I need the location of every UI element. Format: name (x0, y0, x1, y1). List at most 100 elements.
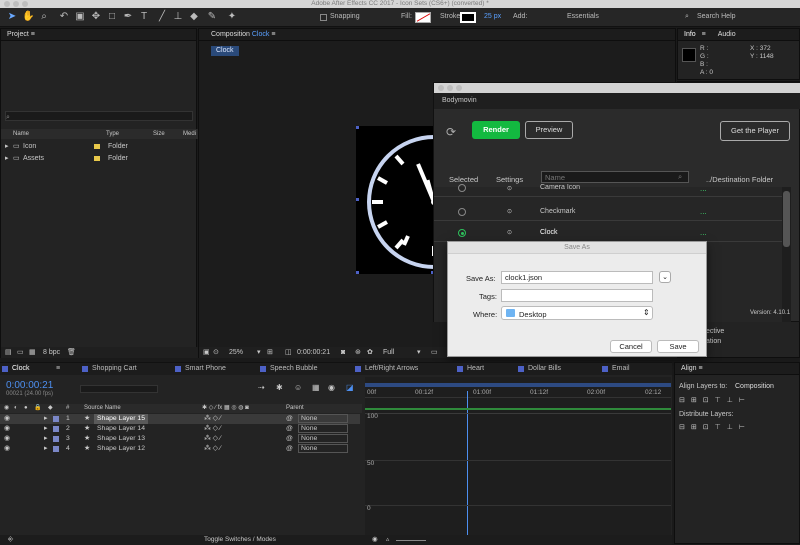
layer-row[interactable]: ◉ ▸ 1 ★ Shape Layer 15 ⁂ ◇ ∕ @ None (0, 414, 360, 424)
label-color-swatch[interactable] (53, 416, 59, 422)
layer-row[interactable]: ◉ ▸ 4 ★ Shape Layer 12 ⁂ ◇ ∕ @ None (0, 444, 360, 454)
graph-editor[interactable]: 00f 00:12f 01:00f 01:12f 02:00f 02:12 10… (365, 377, 671, 537)
layer-switches[interactable]: ⁂ ◇ ∕ (204, 424, 221, 434)
snapping-checkbox[interactable] (320, 14, 327, 21)
column-source-name[interactable]: Source Name (84, 404, 121, 413)
draft-3d-icon[interactable]: ✱ (276, 383, 283, 392)
panel-menu-icon[interactable]: ≡ (699, 365, 703, 372)
roto-brush-tool-icon[interactable]: ✎ (206, 11, 218, 23)
filename-input[interactable] (501, 271, 653, 284)
timeline-timecode[interactable]: 0:00:00:21 (6, 380, 53, 391)
parent-select[interactable]: None (298, 434, 348, 443)
label-color-swatch[interactable] (53, 426, 59, 432)
layer-row[interactable]: ◉ ▸ 2 ★ Shape Layer 14 ⁂ ◇ ∕ @ None (0, 424, 360, 434)
project-search-input[interactable]: ⌕ (5, 111, 193, 121)
visibility-eye-icon[interactable]: ◉ (4, 444, 10, 454)
project-item-icon-folder[interactable]: ▸ ▭ Icon Folder (1, 141, 198, 152)
eraser-tool-icon[interactable]: ◆ (188, 11, 200, 23)
zoom-window-button[interactable] (456, 85, 462, 91)
align-to-select[interactable]: Composition (735, 383, 774, 390)
align-buttons[interactable]: ⊟⊞⊡⊤⊥⊢ (679, 396, 751, 404)
timeline-tab[interactable]: Clock (2, 363, 30, 375)
save-button[interactable]: Save (657, 340, 699, 353)
minimize-window-button[interactable] (13, 1, 19, 7)
get-the-player-button[interactable]: Get the Player (720, 121, 790, 141)
timeline-tab[interactable]: Smart Phone (175, 363, 226, 375)
clone-stamp-tool-icon[interactable]: ⊥ (172, 11, 184, 23)
zoom-level[interactable]: 25% (229, 347, 243, 358)
region-icon[interactable]: ◫ (285, 347, 292, 358)
panel-menu-icon[interactable]: ≡ (702, 31, 706, 38)
expand-arrow-icon[interactable]: ▸ (44, 414, 47, 424)
search-help-input[interactable]: Search Help (697, 13, 736, 20)
camera-snapshot-icon[interactable]: ◙ (341, 347, 345, 358)
parent-select[interactable]: None (298, 444, 348, 453)
zoom-slider[interactable] (396, 540, 426, 541)
layer-name[interactable]: Shape Layer 12 (94, 444, 148, 454)
timeline-tab[interactable]: Heart (457, 363, 484, 375)
timeline-tab[interactable]: Left/Right Arrows (355, 363, 418, 375)
visibility-eye-icon[interactable]: ◉ (4, 434, 10, 444)
comp-flowchart-icon[interactable]: ⇢ (258, 383, 265, 392)
layer-name[interactable]: Shape Layer 14 (94, 424, 148, 434)
distribute-buttons[interactable]: ⊟⊞⊡⊤⊥⊢ (679, 423, 751, 431)
frame-blend-icon[interactable]: ▦ (312, 383, 320, 392)
composition-name[interactable]: Clock (252, 31, 270, 38)
trash-icon[interactable]: 🗑 (67, 347, 76, 358)
column-size[interactable]: Size (153, 129, 165, 139)
tab-audio[interactable]: Audio (718, 31, 736, 38)
stroke-swatch[interactable] (460, 12, 476, 23)
expand-arrow-icon[interactable]: ▸ (44, 424, 47, 434)
expand-arrow-icon[interactable]: ▸ (5, 153, 9, 164)
pen-tool-icon[interactable]: ✒ (122, 11, 134, 23)
settings-gear-icon[interactable]: ⊙ (507, 185, 512, 192)
tab-info[interactable]: Info (684, 31, 696, 38)
minimize-window-button[interactable] (447, 85, 453, 91)
stroke-width-value[interactable]: 25 px (484, 13, 501, 20)
type-tool-icon[interactable]: T (138, 11, 150, 23)
render-button[interactable]: Render (472, 121, 520, 139)
project-bpc[interactable]: 8 bpc (43, 347, 60, 358)
rectangle-tool-icon[interactable]: □ (106, 11, 118, 23)
label-color-swatch[interactable] (53, 446, 59, 452)
comp-row[interactable]: ⊙ Checkmark ... (434, 202, 791, 221)
panel-menu-icon[interactable]: ≡ (31, 31, 35, 38)
close-window-button[interactable] (438, 85, 444, 91)
interpret-footage-icon[interactable]: ▤ (5, 347, 12, 358)
settings-gear-icon[interactable]: ⊙ (507, 229, 512, 236)
comp-subtab-clock[interactable]: Clock (211, 46, 239, 56)
parent-pickwhip-icon[interactable]: @ (286, 444, 293, 454)
hand-tool-icon[interactable]: ✋ (22, 11, 34, 23)
destination-dots[interactable]: ... (700, 228, 707, 237)
grid-icon[interactable]: ⊞ (267, 347, 273, 358)
select-radio-checked[interactable] (458, 229, 466, 237)
preview-button[interactable]: Preview (525, 121, 573, 139)
selection-tool-icon[interactable]: ➤ (6, 11, 18, 23)
select-radio[interactable] (458, 184, 466, 192)
expand-arrow-icon[interactable]: ▸ (44, 444, 47, 454)
time-ruler[interactable]: 00f 00:12f 01:00f 01:12f 02:00f 02:12 (365, 388, 671, 398)
timeline-tab[interactable]: Speech Bubble (260, 363, 317, 375)
close-window-button[interactable] (4, 1, 10, 7)
label-color-swatch[interactable] (94, 156, 100, 161)
column-name[interactable]: Name (13, 129, 29, 139)
label-color-swatch[interactable] (94, 144, 100, 149)
layer-switches[interactable]: ⁂ ◇ ∕ (204, 414, 221, 424)
puppet-pin-tool-icon[interactable]: ✦ (226, 11, 238, 23)
layer-switches[interactable]: ⁂ ◇ ∕ (204, 444, 221, 454)
expand-arrow-icon[interactable]: ▸ (5, 141, 9, 152)
parent-pickwhip-icon[interactable]: @ (286, 434, 293, 444)
refresh-icon[interactable]: ⟳ (446, 125, 456, 139)
graph-editor-icon[interactable]: ◪ (346, 383, 354, 392)
expand-arrow-icon[interactable]: ▸ (44, 434, 47, 444)
zoom-window-button[interactable] (22, 1, 28, 7)
monitor-icon[interactable]: ▣ (203, 347, 210, 358)
color-channel-icon[interactable]: ✿ (367, 347, 373, 358)
timeline-tab[interactable]: Email (602, 363, 630, 375)
new-composition-icon[interactable]: ▦ (29, 347, 36, 358)
comp-list-scrollbar[interactable] (782, 187, 791, 322)
expand-dialog-button[interactable]: ⌄ (659, 271, 671, 283)
select-radio[interactable] (458, 208, 466, 216)
layer-row[interactable]: ◉ ▸ 3 ★ Shape Layer 13 ⁂ ◇ ∕ @ None (0, 434, 360, 444)
shy-icon[interactable]: ☺ (294, 383, 302, 392)
